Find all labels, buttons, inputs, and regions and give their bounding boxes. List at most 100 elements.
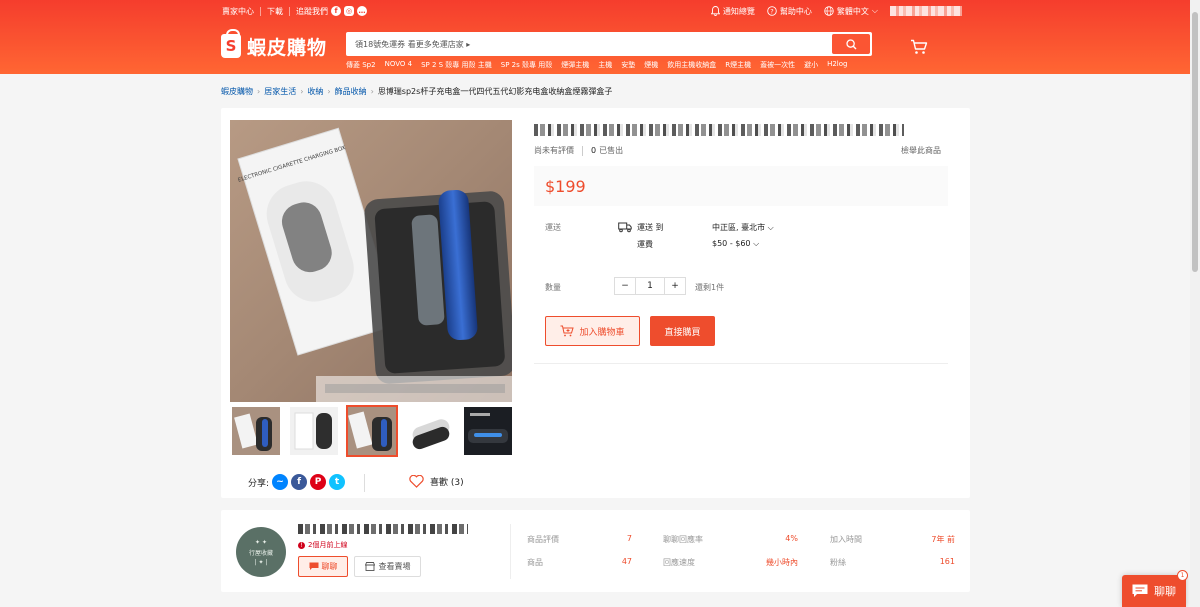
download-link[interactable]: 下載	[267, 6, 283, 17]
facebook-icon[interactable]: f	[291, 474, 308, 490]
chevron-down-icon: ⌵	[767, 223, 774, 232]
search-hint-link[interactable]: 蓋被一次性	[760, 60, 795, 70]
search-hint-link[interactable]: 煙機	[644, 60, 658, 70]
line-icon[interactable]: …	[357, 6, 367, 16]
site-header: 賣家中心 下載 追蹤我們 f ◎ … 通知總覽 ? 幫助中心 繁體中文 ⌵ S …	[0, 0, 1190, 74]
price-box: $199	[534, 166, 948, 206]
shop-name-redacted[interactable]	[298, 524, 468, 534]
search-hint-link[interactable]: H2log	[827, 60, 847, 70]
product-meta: 尚未有評價 0 已售出	[534, 145, 623, 156]
quantity-input[interactable]: 1	[635, 278, 665, 294]
like-button[interactable]: 喜歡 (3)	[409, 475, 464, 488]
divider	[289, 6, 290, 16]
notifications-link[interactable]: 通知總覽	[710, 6, 755, 17]
view-shop-button[interactable]: 查看賣場	[354, 556, 421, 577]
avatar-text: 行屋收藏	[248, 549, 273, 557]
divider	[364, 474, 365, 492]
shop-stat: 粉絲 161	[830, 557, 955, 568]
top-navbar: 賣家中心 下載 追蹤我們 f ◎ … 通知總覽 ? 幫助中心 繁體中文 ⌵	[222, 4, 962, 18]
language-selector[interactable]: 繁體中文 ⌵	[824, 6, 878, 17]
breadcrumb-current: 思博瑞sp2s杆子充电盒一代四代五代幻影充电盒收納盒煙霧彈盒子	[377, 87, 613, 96]
search-hints: 傳菱 Sp2 NOVO 4 SP 2 S 殼專 用殼 主機 SP 2s 殼專 用殼 煙彈…	[346, 60, 847, 70]
stat-label: 聊聊回應率	[663, 535, 703, 544]
search-input[interactable]	[348, 39, 832, 49]
shop-stat: 聊聊回應率 4%	[663, 534, 798, 545]
chat-bubble-icon	[1132, 584, 1148, 597]
username-redacted[interactable]	[890, 6, 962, 16]
ship-fee-label: 運費	[637, 240, 653, 249]
online-text: 2個月前上線	[308, 541, 348, 549]
stock-text: 還剩1件	[695, 283, 725, 292]
search-hint-link[interactable]: SP 2s 殼專 用殼	[501, 60, 552, 70]
product-main-image[interactable]: ELECTRONIC CIGARETTE CHARGING BOX	[230, 120, 512, 402]
buy-now-label: 直接購買	[664, 327, 701, 338]
search-hint-link[interactable]: 傳菱 Sp2	[346, 60, 376, 70]
chat-button[interactable]: 聊聊	[298, 556, 348, 577]
shop-stat: 商品評價 7	[527, 534, 632, 545]
cart-icon[interactable]	[910, 39, 928, 55]
breadcrumb-subsubcategory[interactable]: 飾品收納	[335, 86, 367, 97]
quantity-label: 數量	[545, 283, 561, 292]
thumbnail-selected[interactable]	[346, 405, 398, 457]
instagram-icon[interactable]: ◎	[344, 6, 354, 16]
help-icon: ?	[767, 6, 777, 16]
twitter-icon[interactable]: t	[329, 474, 346, 490]
facebook-icon[interactable]: f	[331, 6, 341, 16]
stat-value: 4%	[785, 534, 798, 543]
decrease-button[interactable]: −	[615, 278, 635, 294]
search-hint-link[interactable]: 避小	[804, 60, 818, 70]
search-hint-link[interactable]: R煙主機	[725, 60, 751, 70]
search-hint-link[interactable]: 飲用主機收納盒	[667, 60, 716, 70]
shop-panel: ✦ ✦ 行屋收藏 | ✦ | ! 2個月前上線 聊聊 查看賣場 商品評價 7 聊聊…	[221, 510, 970, 592]
chevron-right-icon: ›	[327, 87, 331, 96]
page-scrollbar[interactable]	[1190, 0, 1200, 607]
svg-text:?: ?	[770, 7, 773, 15]
view-shop-label: 查看賣場	[378, 562, 411, 571]
breadcrumb-home[interactable]: 蝦皮購物	[221, 86, 253, 97]
ship-location-selector[interactable]: 中正區, 臺北市 ⌵	[712, 222, 774, 233]
chevron-right-icon: ›	[257, 87, 261, 96]
stat-value: 7年 前	[931, 535, 955, 544]
stat-value: 幾小時內	[766, 558, 798, 567]
seller-center-link[interactable]: 賣家中心	[222, 6, 254, 17]
messenger-icon[interactable]: ~	[272, 474, 289, 490]
online-status: ! 2個月前上線	[298, 540, 347, 550]
stat-label: 粉絲	[830, 558, 846, 567]
report-link[interactable]: 檢舉此商品	[901, 145, 941, 156]
product-title-redacted	[534, 124, 904, 136]
increase-button[interactable]: +	[665, 278, 685, 294]
search-hint-link[interactable]: SP 2 S 殼專 用殼 主機	[421, 60, 492, 70]
product-panel: ELECTRONIC CIGARETTE CHARGING BOX 分享: ~	[221, 108, 970, 498]
thumbnail[interactable]	[288, 405, 340, 457]
chat-label: 聊聊	[321, 562, 338, 571]
stat-label: 回應速度	[663, 558, 695, 567]
bell-icon	[710, 6, 720, 16]
thumbnail[interactable]	[462, 405, 514, 457]
thumbnail[interactable]	[230, 405, 282, 457]
help-link[interactable]: ? 幫助中心	[767, 6, 812, 17]
search-hint-link[interactable]: 煙彈主機	[561, 60, 589, 70]
sold-count: 0	[591, 146, 597, 155]
ship-fee-selector[interactable]: $50 - $60 ⌵	[712, 239, 759, 249]
floating-chat-label: 聊聊	[1154, 585, 1176, 598]
search-hint-link[interactable]: 安墊	[621, 60, 635, 70]
breadcrumb-subcategory[interactable]: 收納	[307, 86, 323, 97]
breadcrumb-category[interactable]: 居家生活	[264, 86, 296, 97]
buy-now-button[interactable]: 直接購買	[650, 316, 715, 346]
add-to-cart-button[interactable]: 加入購物車	[545, 316, 640, 346]
shopee-logo[interactable]: S 蝦皮購物	[221, 29, 328, 59]
search-icon	[845, 38, 856, 49]
thumbnail[interactable]	[404, 405, 456, 457]
shop-icon	[364, 562, 375, 571]
pinterest-icon[interactable]: P	[310, 474, 327, 490]
avatar-mark: ✦ ✦	[255, 538, 267, 546]
shop-avatar[interactable]: ✦ ✦ 行屋收藏 | ✦ |	[236, 527, 286, 577]
floating-chat-button[interactable]: 聊聊 1	[1122, 570, 1188, 607]
search-button[interactable]	[832, 34, 870, 54]
chevron-down-icon: ⌵	[871, 6, 878, 15]
logo-text: 蝦皮購物	[247, 36, 328, 59]
search-hint-link[interactable]: NOVO 4	[385, 60, 412, 70]
scrollbar-thumb[interactable]	[1192, 12, 1198, 272]
heart-icon	[409, 475, 424, 488]
search-hint-link[interactable]: 主機	[598, 60, 612, 70]
